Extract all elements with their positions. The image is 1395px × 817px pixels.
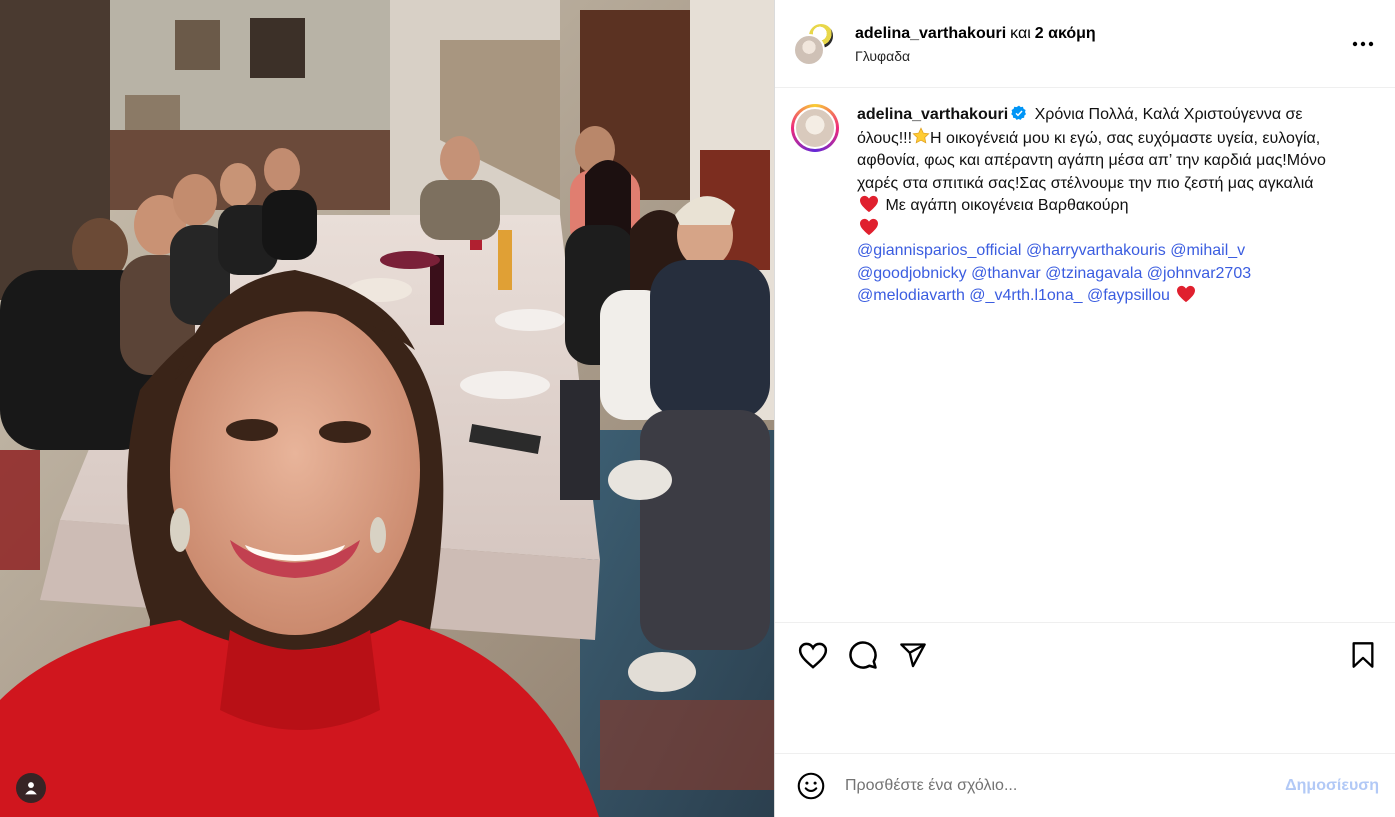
comment-icon (849, 641, 877, 669)
share-button[interactable] (895, 637, 931, 673)
mention-link[interactable]: @tzinagavala (1045, 265, 1142, 282)
location-link[interactable]: Γλυφαδα (855, 48, 1349, 64)
like-heart-icon (798, 642, 828, 669)
like-button[interactable] (795, 637, 831, 673)
post-comment-button[interactable]: Δημοσίευση (1285, 777, 1379, 795)
mention-link[interactable]: @giannisparios_official (857, 242, 1021, 259)
caption-text: adelina_varthakouri Χρόνια Πολλά, Καλά Χ… (857, 104, 1341, 308)
red-heart-emoji-icon (860, 195, 878, 213)
header-others-link[interactable]: 2 ακόμη (1035, 25, 1096, 42)
mention-link[interactable]: @_v4rth.l1ona_ (969, 287, 1082, 304)
save-bookmark-icon (1352, 642, 1374, 668)
mention-link[interactable]: @johnvar2703 (1147, 265, 1251, 282)
mention-link[interactable]: @mihail_v (1170, 242, 1245, 259)
save-button[interactable] (1345, 637, 1381, 673)
likes-area (775, 687, 1395, 753)
family-dinner-selfie-image (0, 0, 774, 817)
verified-badge-icon (1011, 105, 1027, 120)
caption-username-link[interactable]: adelina_varthakouri (857, 106, 1008, 123)
red-heart-emoji-icon (1177, 285, 1196, 303)
comment-button[interactable] (845, 637, 881, 673)
post-photo[interactable] (0, 0, 774, 817)
avatar (793, 33, 825, 66)
action-bar (775, 622, 1395, 687)
mention-link[interactable]: @goodjobnicky (857, 265, 967, 282)
comment-input[interactable] (845, 776, 1286, 795)
share-icon (900, 643, 926, 668)
caption-avatar-story-ring[interactable] (791, 104, 839, 152)
post-dialog: adelina_varthakouri και 2 ακόμη Γλυφαδα ad… (0, 0, 1395, 817)
emoji-button[interactable] (795, 770, 827, 802)
header-text: adelina_varthakouri και 2 ακόμη Γλυφαδα (855, 24, 1349, 64)
mention-link[interactable]: @harryvarthakouris (1026, 242, 1166, 259)
header-and-text: και (1010, 24, 1031, 42)
comment-bar: Δημοσίευση (775, 753, 1395, 817)
caption-area: adelina_varthakouri Χρόνια Πολλά, Καλά Χ… (775, 88, 1395, 622)
avatar (794, 107, 836, 149)
more-options-button[interactable] (1349, 30, 1377, 58)
header-username-link[interactable]: adelina_varthakouri (855, 25, 1006, 42)
post-header: adelina_varthakouri και 2 ακόμη Γλυφαδα (775, 0, 1395, 88)
emoji-icon (797, 772, 825, 799)
star-emoji-icon (912, 126, 930, 144)
mention-link[interactable]: @thanvar (971, 265, 1041, 282)
tag-user-button[interactable] (16, 773, 46, 803)
collab-avatars[interactable] (793, 21, 837, 66)
post-side-panel: adelina_varthakouri και 2 ακόμη Γλυφαδα ad… (774, 0, 1395, 817)
mention-link[interactable]: @faypsillou (1087, 287, 1170, 304)
caption-text-part3: Με αγάπη οικογένεια Βαρθακούρη (885, 197, 1129, 214)
caption-row: adelina_varthakouri Χρόνια Πολλά, Καλά Χ… (791, 104, 1379, 308)
more-options-icon (1352, 41, 1374, 46)
red-heart-emoji-icon (860, 218, 878, 235)
tag-user-icon (25, 782, 37, 795)
mention-link[interactable]: @melodiavarth (857, 287, 965, 304)
